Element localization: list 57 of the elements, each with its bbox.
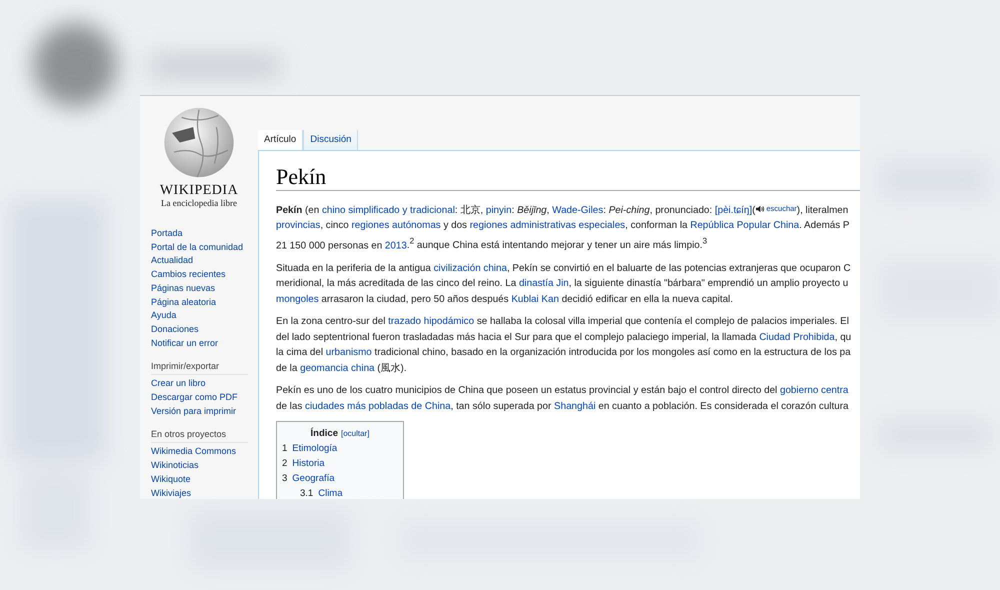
sidebar-link[interactable]: Ayuda bbox=[151, 309, 176, 323]
paragraph: En la zona centro-sur del trazado hipodámico se hallaba la colosal villa imperial que contenía el complejo de palacios imperiales. El del lado septentrional fueron trasladadas más hacia el Sur para que el complejo palaciego imperial, la llamada Ciudad Prohibida, qu la cima del urbanismo tradicional chino, basado en la organización introducida por los mongoles así como en la estructura de los pa de la geomancia china (風水). bbox=[276, 315, 852, 376]
sidebar-link[interactable]: Wikiviajes bbox=[151, 486, 192, 499]
sidebar-link[interactable]: Descargar como PDF bbox=[151, 391, 238, 405]
toc-link[interactable]: Clima bbox=[318, 486, 342, 499]
sidebar-link[interactable]: Páginas nuevas bbox=[151, 282, 216, 296]
tab[interactable]: Discusión bbox=[303, 130, 358, 150]
link[interactable]: urbanismo bbox=[326, 347, 372, 358]
sidebar-link[interactable]: Donaciones bbox=[151, 322, 199, 337]
toc-link[interactable]: Historia bbox=[292, 456, 324, 472]
link[interactable]: gobierno centra bbox=[780, 385, 848, 396]
section-heading: Imprimir/exportar bbox=[151, 360, 248, 376]
toggle-link[interactable]: [ocultar] bbox=[340, 426, 370, 442]
tagline: La enciclopedia libre bbox=[161, 198, 237, 209]
link[interactable]: chino simplificado y tradicional bbox=[322, 204, 455, 216]
toc-link[interactable]: Etimología bbox=[292, 441, 338, 456]
sidebar-link[interactable]: Wikinoticias bbox=[151, 459, 199, 473]
paragraph: Situada en la periferia de la antigua civilización china, Pekín se convirtió en el baluarte de las potencias extranjeras que ocuparon C meridional, la más acreditada de las cinco del reino. La dinastía Jin, la siguiente dinastía "bárbara" emprendió un amplio proyecto u mongoles arrasaron la ciudad, pero 50 años después Kublai Kan decidió edificar en ella la nueva capital. bbox=[276, 262, 852, 307]
link[interactable]: Kublai Kan bbox=[511, 294, 559, 305]
page-title: Pekín bbox=[276, 163, 860, 191]
section-heading: En otros proyectos bbox=[151, 428, 248, 444]
link[interactable]: provincias bbox=[276, 220, 320, 232]
link[interactable]: [pèi.tɕíŋ] bbox=[714, 204, 752, 216]
tab[interactable]: Artículo bbox=[258, 130, 304, 150]
link[interactable]: ciudades más pobladas de China bbox=[305, 400, 451, 412]
link[interactable]: civilización china bbox=[434, 262, 507, 274]
sidebar-link[interactable]: Página aleatoria bbox=[151, 296, 216, 310]
link[interactable]: regiones administrativas especiales bbox=[470, 220, 626, 232]
link[interactable]: Wade-Giles bbox=[552, 204, 604, 216]
toc-link[interactable]: Geografía bbox=[292, 471, 335, 486]
toc-title: Índice bbox=[310, 426, 338, 442]
sidebar-link[interactable]: Portal de la comunidad bbox=[151, 240, 244, 254]
speaker-icon bbox=[755, 204, 766, 213]
wordmark: WIKIPEDIA bbox=[160, 183, 238, 198]
link[interactable]: dinastía Jin bbox=[518, 278, 569, 290]
link[interactable]: Shanghái bbox=[554, 400, 596, 412]
link[interactable]: mongoles bbox=[276, 294, 319, 305]
sidebar-link[interactable]: Portada bbox=[151, 227, 183, 241]
paragraph: Pekín es uno de los cuatro municipios de China que poseen un estatus provincial y están bajo el control directo del gobierno centra de las ciudades más pobladas de China, tan sólo superada por Shanghái en cuanto a población. Es considerada el corazón cultura bbox=[276, 384, 850, 414]
sidebar-link[interactable]: Notificar un error bbox=[151, 336, 218, 350]
link[interactable]: pinyin bbox=[486, 204, 512, 216]
link[interactable]: 2013 bbox=[384, 240, 407, 252]
toc-number: 1 bbox=[282, 442, 288, 456]
sidebar-link[interactable]: Cambios recientes bbox=[151, 268, 226, 282]
link[interactable]: geomancia china bbox=[300, 362, 375, 374]
sidebar-link[interactable]: Versión para imprimir bbox=[151, 404, 236, 418]
link[interactable]: trazado hipodámico bbox=[388, 316, 474, 328]
sidebar-link[interactable]: Wikimedia Commons bbox=[151, 445, 236, 460]
toc-number: 3.1 bbox=[300, 487, 314, 499]
sidebar-link[interactable]: Crear un libro bbox=[151, 377, 206, 392]
link[interactable]: República Popular China bbox=[690, 220, 800, 232]
sidebar-link[interactable]: Actualidad bbox=[151, 254, 194, 268]
sidebar-link[interactable]: Wikiquote bbox=[151, 472, 191, 487]
link[interactable]: Ciudad Prohibida bbox=[759, 332, 835, 343]
toc-number: 2 bbox=[282, 457, 288, 472]
toc-number: 3 bbox=[282, 472, 288, 486]
link[interactable]: regiones autónomas bbox=[352, 220, 441, 232]
